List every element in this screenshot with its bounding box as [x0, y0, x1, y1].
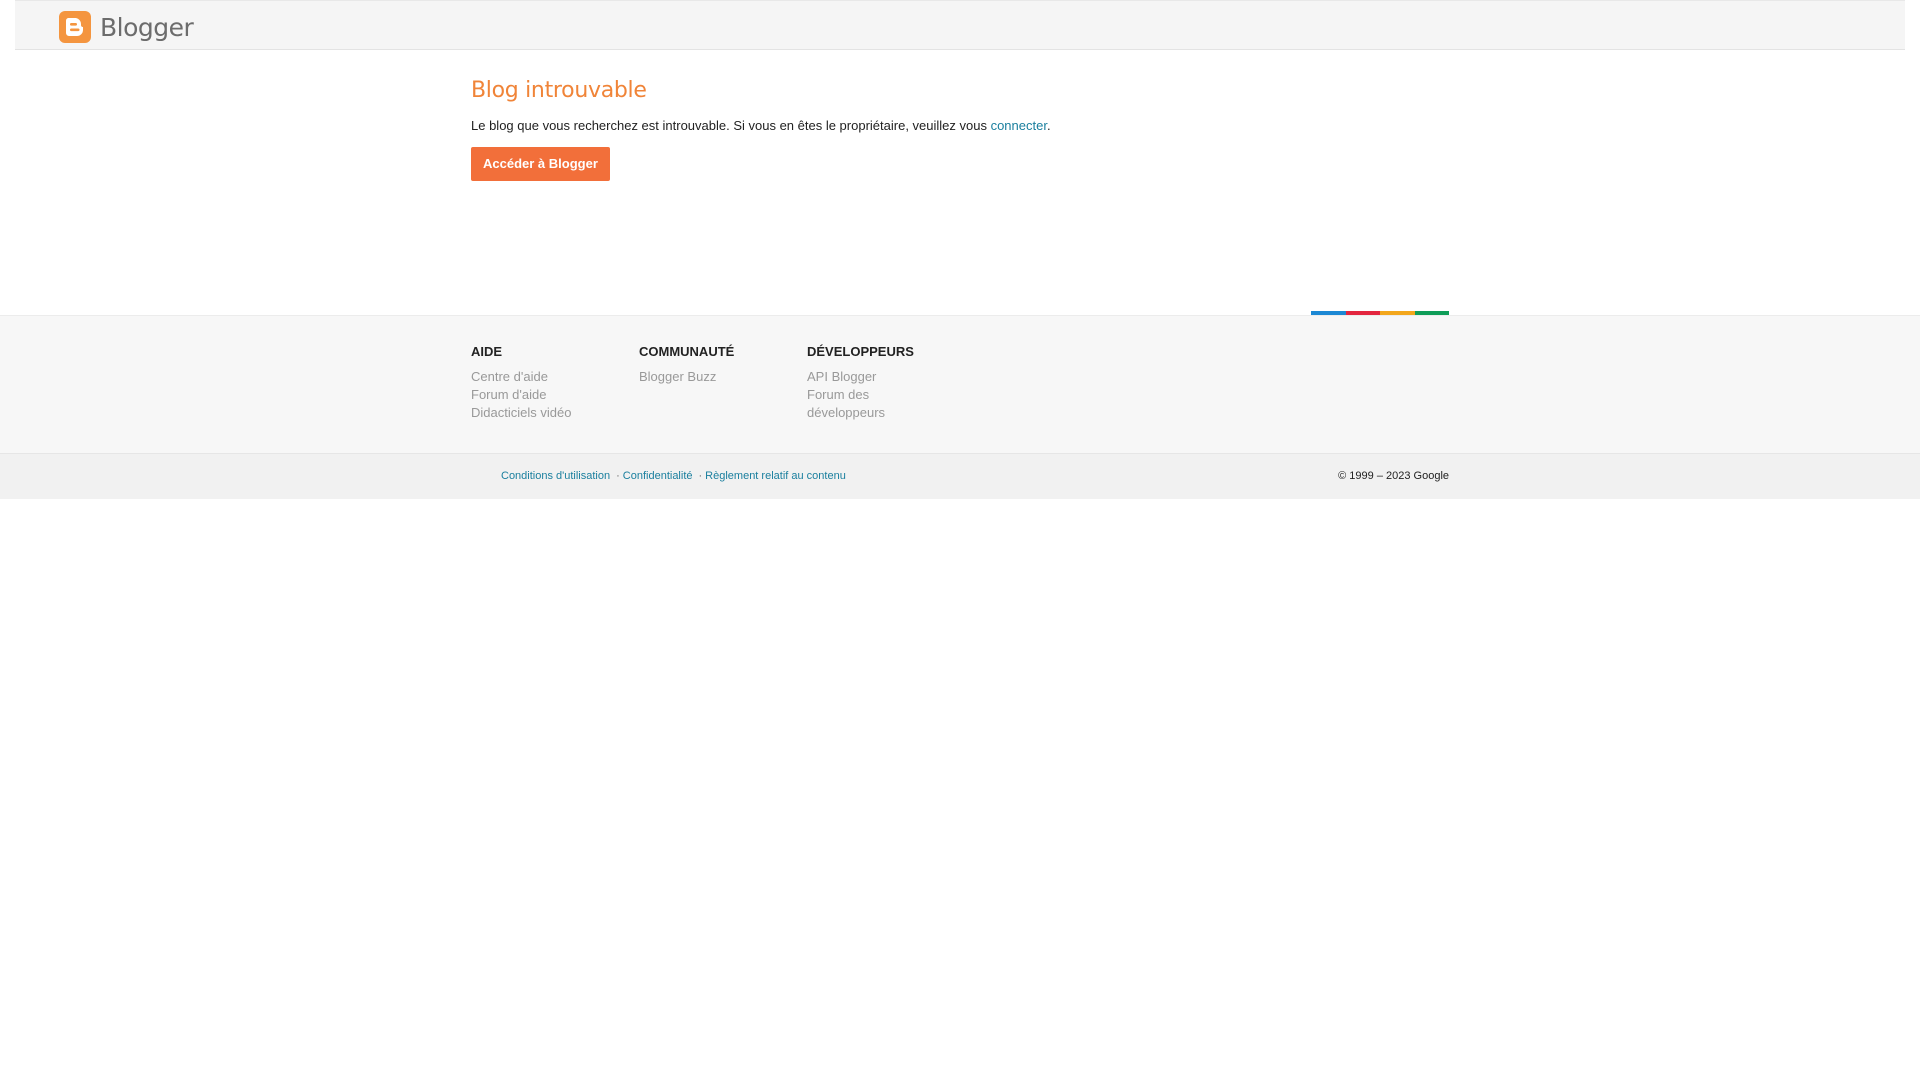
blogger-logo[interactable]: Blogger [59, 11, 194, 43]
footer-column-help: AIDE Centre d'aide Forum d'aide Didactic… [471, 344, 639, 422]
copyright: © 1999 – 2023 Google [1338, 470, 1449, 482]
content-policy-link[interactable]: Règlement relatif au contenu [705, 470, 846, 482]
footer-links: AIDE Centre d'aide Forum d'aide Didactic… [0, 315, 1920, 453]
logo-wordmark: Blogger [100, 12, 194, 42]
footer-heading: DÉVELOPPEURS [807, 344, 914, 359]
developer-forum-link[interactable]: Forum des développeurs [807, 386, 907, 422]
top-bar: Blogger [15, 0, 1905, 50]
blogger-logo-icon [59, 11, 91, 43]
footer-heading: COMMUNAUTÉ [639, 344, 735, 359]
terms-link[interactable]: Conditions d'utilisation [501, 470, 610, 482]
go-to-blogger-button[interactable]: Accéder à Blogger [471, 147, 610, 181]
legal-footer: Conditions d'utilisation · Confidentialité… [0, 453, 1920, 499]
footer-column-community: COMMUNAUTÉ Blogger Buzz [639, 344, 807, 422]
footer-column-developers: DÉVELOPPEURS API Blogger Forum des dével… [807, 344, 975, 422]
error-message: Le blog que vous recherchez est introuva… [471, 118, 1451, 133]
video-tutorials-link[interactable]: Didacticiels vidéo [471, 404, 601, 422]
separator: · [616, 470, 620, 482]
blogger-buzz-link[interactable]: Blogger Buzz [639, 368, 739, 386]
legal-links: Conditions d'utilisation · Confidentialité… [501, 470, 846, 482]
sign-in-link[interactable]: connecter [991, 118, 1047, 133]
message-end: . [1046, 118, 1051, 133]
message-text: Le blog que vous recherchez est introuva… [471, 118, 991, 133]
error-content: Blog introuvable Le blog que vous recher… [471, 78, 1451, 181]
page-title: Blog introuvable [471, 78, 647, 103]
help-forum-link[interactable]: Forum d'aide [471, 386, 571, 404]
blogger-api-link[interactable]: API Blogger [807, 368, 907, 386]
separator: · [698, 470, 703, 482]
help-center-link[interactable]: Centre d'aide [471, 368, 571, 386]
footer-heading: AIDE [471, 344, 503, 359]
privacy-link[interactable]: Confidentialité [623, 470, 693, 482]
